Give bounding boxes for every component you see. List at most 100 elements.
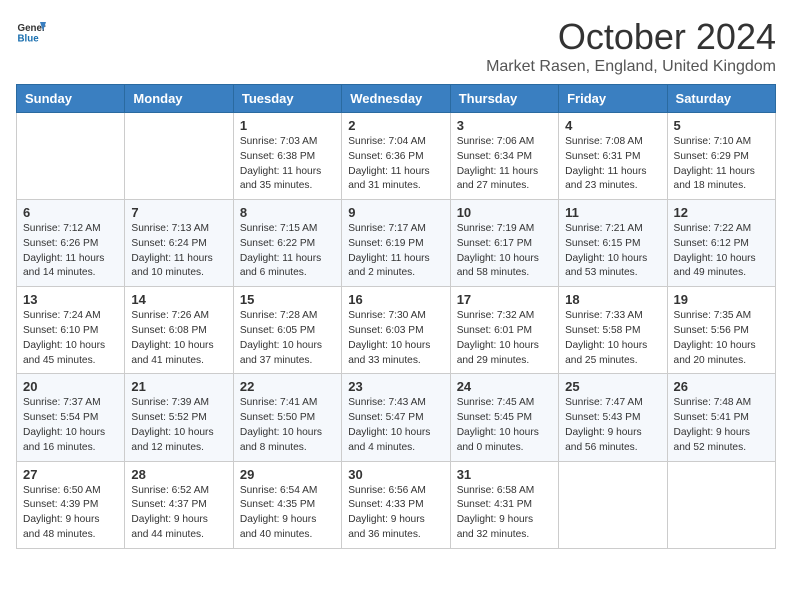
calendar-cell: 4 Sunrise: 7:08 AMSunset: 6:31 PMDaylight…: [559, 113, 667, 200]
day-info: Sunrise: 7:13 AMSunset: 6:24 PMDaylight:…: [131, 222, 226, 281]
day-info: Sunrise: 7:35 AMSunset: 5:56 PMDaylight:…: [674, 309, 769, 368]
day-info: Sunrise: 6:58 AMSunset: 4:31 PMDaylight:…: [457, 484, 552, 543]
day-number: 10: [457, 205, 552, 220]
calendar-cell: 20 Sunrise: 7:37 AMSunset: 5:54 PMDayligh…: [17, 374, 125, 461]
calendar-cell: 25Sunrise: 7:47 AMSunset: 5:43 PMDayligh…: [559, 374, 667, 461]
day-number: 23: [348, 379, 443, 394]
day-info: Sunrise: 7:03 AMSunset: 6:38 PMDaylight:…: [240, 135, 335, 194]
calendar-cell: [17, 113, 125, 200]
calendar-cell: 15 Sunrise: 7:28 AMSunset: 6:05 PMDayligh…: [233, 287, 341, 374]
day-number: 30: [348, 467, 443, 482]
calendar-cell: 16 Sunrise: 7:30 AMSunset: 6:03 PMDayligh…: [342, 287, 450, 374]
title-area: October 2024 Market Rasen, England, Unit…: [486, 16, 776, 76]
day-number: 19: [674, 292, 769, 307]
calendar-cell: 29Sunrise: 6:54 AMSunset: 4:35 PMDayligh…: [233, 461, 341, 548]
calendar-cell: 9 Sunrise: 7:17 AMSunset: 6:19 PMDaylight…: [342, 200, 450, 287]
calendar-cell: 27 Sunrise: 6:50 AMSunset: 4:39 PMDayligh…: [17, 461, 125, 548]
day-header-saturday: Saturday: [667, 85, 775, 113]
day-info: Sunrise: 7:33 AMSunset: 5:58 PMDaylight:…: [565, 309, 660, 368]
calendar-cell: [125, 113, 233, 200]
calendar-cell: 12Sunrise: 7:22 AMSunset: 6:12 PMDayligh…: [667, 200, 775, 287]
location-title: Market Rasen, England, United Kingdom: [486, 58, 776, 76]
calendar-cell: 24Sunrise: 7:45 AMSunset: 5:45 PMDayligh…: [450, 374, 558, 461]
day-info: Sunrise: 7:21 AMSunset: 6:15 PMDaylight:…: [565, 222, 660, 281]
day-number: 20: [23, 379, 118, 394]
calendar-cell: 1 Sunrise: 7:03 AMSunset: 6:38 PMDaylight…: [233, 113, 341, 200]
calendar-cell: 30 Sunrise: 6:56 AMSunset: 4:33 PMDayligh…: [342, 461, 450, 548]
day-info: Sunrise: 7:39 AMSunset: 5:52 PMDaylight:…: [131, 396, 226, 455]
day-number: 1: [240, 118, 335, 133]
day-number: 6: [23, 205, 118, 220]
calendar-cell: 26 Sunrise: 7:48 AMSunset: 5:41 PMDayligh…: [667, 374, 775, 461]
day-number: 22: [240, 379, 335, 394]
calendar-cell: 19 Sunrise: 7:35 AMSunset: 5:56 PMDayligh…: [667, 287, 775, 374]
calendar-cell: 7 Sunrise: 7:13 AMSunset: 6:24 PMDaylight…: [125, 200, 233, 287]
day-info: Sunrise: 7:30 AMSunset: 6:03 PMDaylight:…: [348, 309, 443, 368]
calendar-cell: 23 Sunrise: 7:43 AMSunset: 5:47 PMDayligh…: [342, 374, 450, 461]
day-number: 17: [457, 292, 552, 307]
day-info: Sunrise: 7:28 AMSunset: 6:05 PMDaylight:…: [240, 309, 335, 368]
day-number: 7: [131, 205, 226, 220]
header: General Blue October 2024 Market Rasen, …: [16, 16, 776, 76]
day-info: Sunrise: 6:56 AMSunset: 4:33 PMDaylight:…: [348, 484, 443, 543]
day-info: Sunrise: 6:52 AMSunset: 4:37 PMDaylight:…: [131, 484, 226, 543]
day-info: Sunrise: 7:06 AMSunset: 6:34 PMDaylight:…: [457, 135, 552, 194]
day-number: 8: [240, 205, 335, 220]
day-info: Sunrise: 7:24 AMSunset: 6:10 PMDaylight:…: [23, 309, 118, 368]
calendar-cell: 31 Sunrise: 6:58 AMSunset: 4:31 PMDayligh…: [450, 461, 558, 548]
day-header-monday: Monday: [125, 85, 233, 113]
day-info: Sunrise: 7:32 AMSunset: 6:01 PMDaylight:…: [457, 309, 552, 368]
calendar-table: SundayMondayTuesdayWednesdayThursdayFrid…: [16, 84, 776, 549]
day-info: Sunrise: 7:19 AMSunset: 6:17 PMDaylight:…: [457, 222, 552, 281]
calendar-cell: [667, 461, 775, 548]
logo-icon: General Blue: [16, 16, 46, 46]
day-number: 4: [565, 118, 660, 133]
day-info: Sunrise: 7:04 AMSunset: 6:36 PMDaylight:…: [348, 135, 443, 194]
calendar-cell: 28Sunrise: 6:52 AMSunset: 4:37 PMDayligh…: [125, 461, 233, 548]
day-info: Sunrise: 7:08 AMSunset: 6:31 PMDaylight:…: [565, 135, 660, 194]
calendar-cell: [559, 461, 667, 548]
calendar-header-row: SundayMondayTuesdayWednesdayThursdayFrid…: [17, 85, 776, 113]
day-number: 26: [674, 379, 769, 394]
day-number: 21: [131, 379, 226, 394]
day-info: Sunrise: 7:15 AMSunset: 6:22 PMDaylight:…: [240, 222, 335, 281]
day-info: Sunrise: 7:12 AMSunset: 6:26 PMDaylight:…: [23, 222, 118, 281]
day-header-friday: Friday: [559, 85, 667, 113]
day-info: Sunrise: 7:43 AMSunset: 5:47 PMDaylight:…: [348, 396, 443, 455]
day-number: 25: [565, 379, 660, 394]
calendar-cell: 10 Sunrise: 7:19 AMSunset: 6:17 PMDayligh…: [450, 200, 558, 287]
calendar-cell: 18 Sunrise: 7:33 AMSunset: 5:58 PMDayligh…: [559, 287, 667, 374]
day-number: 18: [565, 292, 660, 307]
day-info: Sunrise: 7:48 AMSunset: 5:41 PMDaylight:…: [674, 396, 769, 455]
day-info: Sunrise: 6:54 AMSunset: 4:35 PMDaylight:…: [240, 484, 335, 543]
calendar-cell: 5 Sunrise: 7:10 AMSunset: 6:29 PMDaylight…: [667, 113, 775, 200]
day-number: 27: [23, 467, 118, 482]
day-number: 2: [348, 118, 443, 133]
day-info: Sunrise: 6:50 AMSunset: 4:39 PMDaylight:…: [23, 484, 118, 543]
svg-text:Blue: Blue: [18, 34, 40, 45]
logo: General Blue: [16, 16, 46, 46]
calendar-cell: 17 Sunrise: 7:32 AMSunset: 6:01 PMDayligh…: [450, 287, 558, 374]
day-info: Sunrise: 7:17 AMSunset: 6:19 PMDaylight:…: [348, 222, 443, 281]
day-number: 16: [348, 292, 443, 307]
day-number: 31: [457, 467, 552, 482]
calendar-cell: 8 Sunrise: 7:15 AMSunset: 6:22 PMDaylight…: [233, 200, 341, 287]
day-number: 24: [457, 379, 552, 394]
calendar-week-3: 13Sunrise: 7:24 AMSunset: 6:10 PMDayligh…: [17, 287, 776, 374]
day-number: 15: [240, 292, 335, 307]
day-info: Sunrise: 7:37 AMSunset: 5:54 PMDaylight:…: [23, 396, 118, 455]
month-title: October 2024: [486, 16, 776, 58]
calendar-cell: 13Sunrise: 7:24 AMSunset: 6:10 PMDayligh…: [17, 287, 125, 374]
calendar-cell: 3Sunrise: 7:06 AMSunset: 6:34 PMDaylight…: [450, 113, 558, 200]
calendar-cell: 2 Sunrise: 7:04 AMSunset: 6:36 PMDaylight…: [342, 113, 450, 200]
day-info: Sunrise: 7:10 AMSunset: 6:29 PMDaylight:…: [674, 135, 769, 194]
calendar-week-2: 6 Sunrise: 7:12 AMSunset: 6:26 PMDaylight…: [17, 200, 776, 287]
calendar-cell: 21 Sunrise: 7:39 AMSunset: 5:52 PMDayligh…: [125, 374, 233, 461]
day-number: 9: [348, 205, 443, 220]
calendar-week-1: 1 Sunrise: 7:03 AMSunset: 6:38 PMDaylight…: [17, 113, 776, 200]
day-header-thursday: Thursday: [450, 85, 558, 113]
calendar-week-5: 27 Sunrise: 6:50 AMSunset: 4:39 PMDayligh…: [17, 461, 776, 548]
calendar-cell: 11Sunrise: 7:21 AMSunset: 6:15 PMDayligh…: [559, 200, 667, 287]
day-number: 12: [674, 205, 769, 220]
day-number: 5: [674, 118, 769, 133]
